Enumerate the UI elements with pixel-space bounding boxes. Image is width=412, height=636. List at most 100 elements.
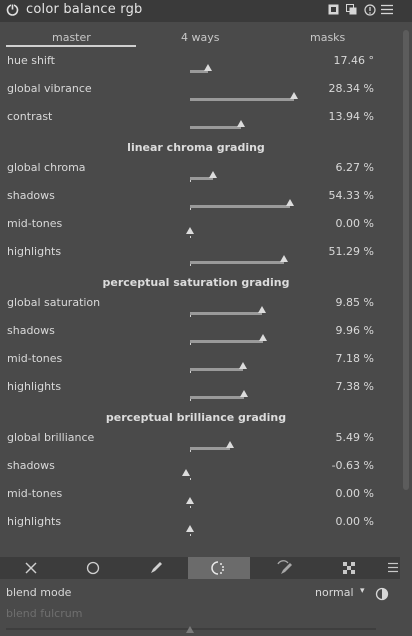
slider-label: shadows (7, 459, 55, 472)
zero-mark (190, 315, 191, 317)
slider-fill (190, 447, 230, 450)
slider-value: 7.18 % (335, 352, 374, 365)
slider-value: 17.46 ° (333, 54, 375, 67)
slider-marker[interactable] (239, 362, 247, 369)
slider-fill (190, 261, 284, 264)
slider-fill (190, 368, 243, 371)
toolbar-menu-icon[interactable] (388, 562, 398, 573)
slider-marker[interactable] (204, 64, 212, 71)
zero-mark (190, 478, 191, 480)
slider-value: 9.96 % (335, 324, 374, 337)
zero-mark (190, 399, 191, 401)
tab-masks[interactable]: masks (310, 31, 345, 44)
blend-mode-label: blend mode (6, 586, 72, 599)
global-saturation-slider[interactable]: global saturation 9.85 % (0, 296, 392, 324)
slider-label: contrast (7, 110, 53, 123)
slider-label: mid-tones (7, 487, 63, 500)
slider-marker[interactable] (240, 390, 248, 397)
slider-value: 9.85 % (335, 296, 374, 309)
section-heading: linear chroma grading (127, 141, 265, 154)
slider-marker[interactable] (290, 92, 298, 99)
contrast-slider[interactable]: contrast 13.94 % (0, 110, 392, 138)
mask-off-button[interactable] (0, 557, 62, 579)
slider-value: 6.27 % (335, 161, 374, 174)
slider-value: 0.00 % (335, 487, 374, 500)
zero-mark (190, 180, 191, 182)
slider-label: global saturation (7, 296, 101, 309)
chroma-shadows-slider[interactable]: shadows 54.33 % (0, 189, 392, 217)
zero-mark (190, 208, 191, 210)
zero-mark (190, 534, 191, 536)
slider-marker[interactable] (280, 255, 288, 262)
slider-marker[interactable] (259, 334, 267, 341)
slider-marker[interactable] (182, 469, 190, 476)
slider-marker[interactable] (186, 497, 194, 504)
presets-icon[interactable] (328, 4, 339, 15)
zero-mark (190, 506, 191, 508)
saturation-shadows-slider[interactable]: shadows 9.96 % (0, 324, 392, 352)
section-heading: perceptual brilliance grading (105, 411, 287, 424)
drawn-icon (151, 562, 162, 573)
global-brilliance-slider[interactable]: global brilliance 5.49 % (0, 431, 392, 459)
slider-marker[interactable] (286, 199, 294, 206)
slider-label: highlights (7, 245, 62, 258)
slider-value: 13.94 % (328, 110, 374, 123)
chroma-midtones-slider[interactable]: mid-tones 0.00 % (0, 217, 392, 245)
slider-value: 28.34 % (328, 82, 374, 95)
slider-value: 0.00 % (335, 217, 374, 230)
global-vibrance-slider[interactable]: global vibrance 28.34 % (0, 82, 392, 110)
active-tab-indicator (6, 45, 136, 47)
mask-raster-button[interactable] (318, 557, 380, 579)
slider-label: hue shift (7, 54, 55, 67)
slider-value: 54.33 % (328, 189, 374, 202)
slider-marker[interactable] (237, 120, 245, 127)
slider-label: shadows (7, 189, 55, 202)
slider-marker[interactable] (209, 171, 217, 178)
global-chroma-slider[interactable]: global chroma 6.27 % (0, 161, 392, 189)
slider-value: -0.63 % (331, 459, 374, 472)
mask-drawn-button[interactable] (125, 557, 187, 579)
slider-marker[interactable] (226, 441, 234, 448)
scrollbar[interactable] (403, 30, 409, 490)
saturation-highlights-slider[interactable]: highlights 7.38 % (0, 380, 392, 408)
reset-icon[interactable] (364, 4, 376, 16)
parametric-icon (211, 561, 224, 575)
multi-instance-icon[interactable] (346, 4, 357, 15)
slider-label: highlights (7, 380, 62, 393)
zero-mark (190, 236, 191, 238)
brilliance-highlights-slider[interactable]: highlights 0.00 % (0, 515, 392, 543)
slider-fill (190, 205, 290, 208)
mask-drawn-parametric-button[interactable] (254, 557, 316, 579)
dropdown-arrow-icon[interactable]: ▾ (360, 586, 365, 596)
brilliance-shadows-slider[interactable]: shadows -0.63 % (0, 459, 392, 487)
slider-marker[interactable] (186, 227, 194, 234)
slider-marker[interactable] (258, 306, 266, 313)
chroma-highlights-slider[interactable]: highlights 51.29 % (0, 245, 392, 273)
slider-label: mid-tones (7, 352, 63, 365)
drawn-parametric-icon (277, 560, 292, 574)
hue-shift-slider[interactable]: hue shift 17.46 ° (0, 54, 392, 82)
module-title: color balance rgb (26, 2, 143, 17)
blend-mode-select[interactable]: normal (315, 586, 354, 599)
brilliance-midtones-slider[interactable]: mid-tones 0.00 % (0, 487, 392, 515)
slider-label: highlights (7, 515, 62, 528)
slider-marker[interactable] (186, 525, 194, 532)
slider-fill (190, 98, 294, 101)
slider-fill (190, 340, 263, 343)
mask-parametric-button[interactable] (188, 557, 250, 579)
off-icon (25, 562, 37, 574)
mask-uniform-button[interactable] (62, 557, 124, 579)
zero-mark (190, 343, 191, 345)
tab-4-ways[interactable]: 4 ways (181, 31, 219, 44)
slider-label: shadows (7, 324, 55, 337)
reverse-blend-icon[interactable] (375, 587, 389, 601)
power-icon[interactable] (6, 3, 19, 16)
slider-marker[interactable] (186, 626, 194, 633)
tab-master[interactable]: master (52, 31, 91, 44)
zero-mark (190, 371, 191, 373)
menu-icon[interactable] (381, 4, 393, 15)
saturation-midtones-slider[interactable]: mid-tones 7.18 % (0, 352, 392, 380)
slider-fill (190, 312, 262, 315)
zero-mark (190, 264, 191, 266)
uniform-icon (86, 561, 100, 575)
